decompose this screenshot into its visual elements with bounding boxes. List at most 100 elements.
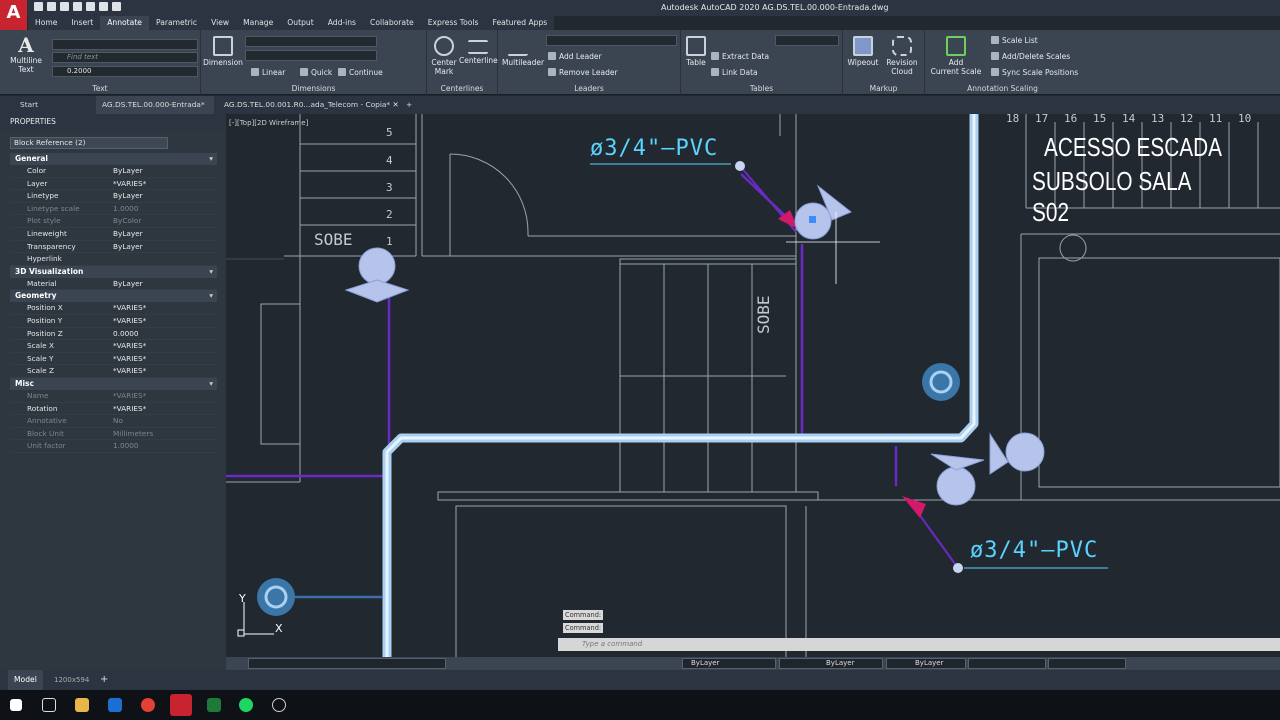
tab-annotate[interactable]: Annotate [100, 16, 149, 30]
property-value[interactable]: *VARIES* [113, 353, 217, 365]
selected-grip[interactable] [809, 216, 816, 223]
tab-express-tools[interactable]: Express Tools [421, 16, 486, 30]
leader-grip-bottom[interactable] [953, 563, 963, 573]
property-row[interactable]: Material ByLayer [10, 278, 217, 291]
tab-view[interactable]: View [204, 16, 236, 30]
link-data-button[interactable]: Link Data [711, 68, 758, 77]
property-value[interactable]: ByLayer [113, 228, 217, 240]
table-button[interactable]: Table [683, 34, 709, 67]
dim-style-select[interactable] [245, 36, 377, 47]
center-mark-button[interactable]: Center Mark [429, 34, 459, 76]
property-row[interactable]: Scale Y *VARIES* [10, 353, 217, 366]
add-current-scale-button[interactable]: Add Current Scale [929, 34, 983, 76]
add-leader-button[interactable]: Add Leader [548, 52, 602, 61]
wipeout-button[interactable]: Wipeout [845, 34, 881, 67]
selection-dropdown[interactable]: Block Reference (2) [10, 137, 168, 149]
section-geometry[interactable]: Geometry [10, 290, 217, 303]
multiline-text-button[interactable]: A Multiline Text [8, 34, 44, 74]
chrome-icon[interactable] [141, 698, 155, 712]
continue-button[interactable]: Continue [338, 68, 383, 77]
tab-addins[interactable]: Add-ins [321, 16, 363, 30]
text-style-select[interactable] [52, 39, 198, 50]
property-value[interactable]: *VARIES* [113, 365, 217, 377]
autocad-taskbar-icon[interactable] [170, 694, 192, 716]
property-value[interactable]: *VARIES* [113, 340, 217, 352]
tab-parametric[interactable]: Parametric [149, 16, 204, 30]
property-row[interactable]: Unit factor 1.0000 [10, 440, 217, 453]
multileader-button[interactable]: Multileader [501, 34, 545, 67]
find-text-input[interactable]: Find text [52, 52, 198, 63]
dimension-button[interactable]: Dimension [203, 34, 243, 67]
property-value[interactable]: 1.0000 [113, 203, 217, 215]
tab-entrada[interactable]: AG.DS.TEL.00.000-Entrada* ✕ [96, 96, 214, 127]
tab-manage[interactable]: Manage [236, 16, 280, 30]
property-row[interactable]: Block Unit Millimeters [10, 428, 217, 441]
table-style-select[interactable] [775, 35, 839, 46]
property-row[interactable]: Position X *VARIES* [10, 302, 217, 315]
property-row[interactable]: Layer *VARIES* [10, 178, 217, 191]
excel-icon[interactable] [207, 698, 221, 712]
remove-leader-button[interactable]: Remove Leader [548, 68, 618, 77]
saveas-icon[interactable] [73, 2, 82, 11]
extract-data-button[interactable]: Extract Data [711, 52, 769, 61]
property-row[interactable]: Scale Z *VARIES* [10, 365, 217, 378]
centerline-button[interactable]: Centerline [459, 34, 498, 65]
lineweight-select[interactable]: ByLayer [886, 658, 966, 669]
command-line-input[interactable]: Type a command [558, 638, 1280, 651]
layout-size[interactable]: 1200x594 [54, 670, 89, 690]
property-value[interactable]: Millimeters [113, 428, 217, 440]
tab-output[interactable]: Output [280, 16, 320, 30]
new-icon[interactable] [34, 2, 43, 11]
property-value[interactable]: 1.0000 [113, 440, 217, 452]
save-icon[interactable] [60, 2, 69, 11]
property-row[interactable]: Name *VARIES* [10, 390, 217, 403]
property-row[interactable]: Annotative No [10, 415, 217, 428]
property-value[interactable]: *VARIES* [113, 178, 217, 190]
linetype-select[interactable]: ByLayer [779, 658, 883, 669]
tab-home[interactable]: Home [28, 16, 64, 30]
tab-start[interactable]: Start [14, 96, 44, 114]
property-row[interactable]: Transparency ByLayer [10, 241, 217, 254]
property-value[interactable]: *VARIES* [113, 403, 217, 415]
property-value[interactable]: 0.0000 [113, 328, 217, 340]
file-explorer-icon[interactable] [75, 698, 89, 712]
leader-style-select[interactable] [546, 35, 677, 46]
property-value[interactable]: ByLayer [113, 190, 217, 202]
property-row[interactable]: Position Y *VARIES* [10, 315, 217, 328]
property-row[interactable]: Plot style ByColor [10, 215, 217, 228]
text-height-input[interactable]: 0.2000 [52, 66, 198, 77]
plot-icon[interactable] [86, 2, 95, 11]
undo-icon[interactable] [99, 2, 108, 11]
layer-select[interactable] [248, 658, 446, 669]
property-row[interactable]: Color ByLayer [10, 165, 217, 178]
section-misc[interactable]: Misc [10, 377, 217, 390]
property-value[interactable]: ByLayer [113, 278, 217, 290]
plotstyle-select[interactable] [1048, 658, 1126, 669]
property-value[interactable]: *VARIES* [113, 390, 217, 402]
close-icon[interactable]: ✕ [393, 100, 399, 109]
dim-layer-select[interactable] [245, 50, 377, 61]
property-value[interactable]: No [113, 415, 217, 427]
task-view-icon[interactable] [42, 698, 56, 712]
revision-cloud-button[interactable]: Revision Cloud [883, 34, 921, 76]
sync-scale-positions-button[interactable]: Sync Scale Positions [991, 68, 1078, 77]
color-select[interactable]: ByLayer [682, 658, 776, 669]
spotify-icon[interactable] [239, 698, 253, 712]
tab-model[interactable]: Model [8, 670, 43, 690]
property-value[interactable] [113, 253, 217, 265]
tab-telecom-copia[interactable]: AG.DS.TEL.00.001.R0...ada_Telecom - Copi… [218, 96, 405, 114]
property-value[interactable]: ByLayer [113, 165, 217, 177]
new-tab-button[interactable]: + [400, 96, 418, 114]
app-icon[interactable] [272, 698, 286, 712]
property-value[interactable]: ByColor [113, 215, 217, 227]
transparency-select[interactable] [968, 658, 1046, 669]
pvc-label-top[interactable]: ø3/4"—PVC [590, 136, 718, 161]
property-value[interactable]: *VARIES* [113, 315, 217, 327]
leader-grip-top[interactable] [735, 161, 745, 171]
property-row[interactable]: Rotation *VARIES* [10, 403, 217, 416]
redo-icon[interactable] [112, 2, 121, 11]
property-row[interactable]: Linetype scale 1.0000 [10, 203, 217, 216]
section-general[interactable]: General [10, 153, 217, 165]
windows-start-icon[interactable] [10, 699, 22, 711]
property-row[interactable]: Lineweight ByLayer [10, 228, 217, 241]
